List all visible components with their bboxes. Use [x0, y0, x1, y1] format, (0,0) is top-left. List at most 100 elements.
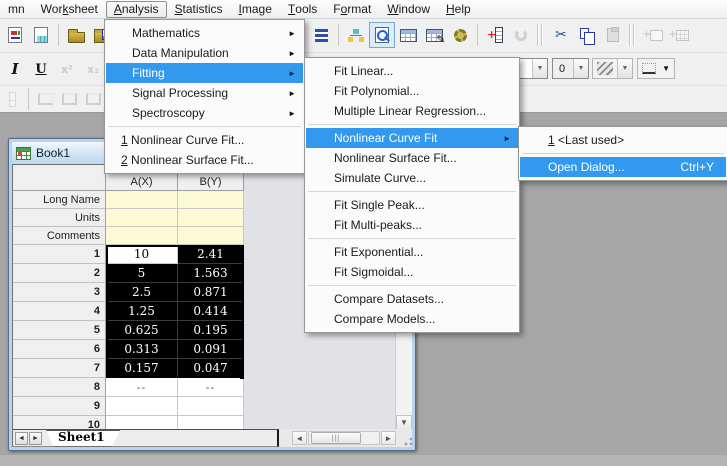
scroll-down-button[interactable]: ▼: [396, 415, 412, 430]
view-zoom-button[interactable]: [369, 22, 395, 48]
menu-item-nonlinear-surface-fit[interactable]: Nonlinear Surface Fit... ►: [306, 148, 518, 168]
cell-a[interactable]: 1.25: [106, 302, 178, 321]
row-number[interactable]: 5: [13, 321, 106, 340]
cut-button[interactable]: ✂: [548, 22, 574, 48]
menu-item-nonlinear-curve-fit[interactable]: 1 Nonlinear Curve Fit... ►: [106, 130, 303, 150]
cell-a[interactable]: 2.5: [106, 283, 178, 302]
underline-button[interactable]: U: [28, 56, 54, 82]
tab-scroll-right-button[interactable]: ►: [29, 432, 42, 445]
hscroll-track[interactable]: |||: [308, 431, 380, 445]
menubar-item[interactable]: Format: [325, 1, 379, 18]
layout-button[interactable]: [308, 22, 334, 48]
edit-worksheet-button[interactable]: [421, 22, 447, 48]
menubar-item[interactable]: Worksheet: [33, 1, 106, 18]
row-label[interactable]: Comments: [13, 227, 106, 245]
fill-pattern-dropdown[interactable]: ▼: [592, 58, 633, 79]
hscroll-thumb[interactable]: |||: [311, 432, 361, 444]
menubar-item[interactable]: Statistics: [167, 1, 231, 18]
menu-item-fit-single-peak[interactable]: Fit Single Peak... ►: [306, 195, 518, 215]
cell-b[interactable]: [178, 416, 244, 430]
menu-item-last-used[interactable]: 1 <Last used> ►: [520, 130, 726, 150]
cell-b[interactable]: 0.047: [178, 359, 244, 378]
row-number[interactable]: 6: [13, 340, 106, 359]
menu-item-nonlinear-curve-fit[interactable]: Nonlinear Curve Fit ►: [306, 128, 518, 148]
row-number[interactable]: 8: [13, 378, 106, 397]
menu-item-mathematics[interactable]: Mathematics ►: [106, 23, 303, 43]
cell[interactable]: [106, 227, 178, 245]
new-graph-button[interactable]: [2, 22, 28, 48]
row-number[interactable]: 3: [13, 283, 106, 302]
row-label[interactable]: Long Name: [13, 191, 106, 209]
chevron-down-icon[interactable]: ▼: [573, 59, 588, 78]
cell-b[interactable]: 2.41: [178, 245, 244, 264]
scroll-left-button[interactable]: ◄: [292, 431, 307, 445]
row-number[interactable]: 2: [13, 264, 106, 283]
cell-a[interactable]: 5: [106, 264, 178, 283]
menu-item-spectroscopy[interactable]: Spectroscopy ►: [106, 103, 303, 123]
cell[interactable]: [106, 191, 178, 209]
menu-item-fit-multi-peaks[interactable]: Fit Multi-peaks... ►: [306, 215, 518, 235]
menu-item-data-manipulation[interactable]: Data Manipulation ►: [106, 43, 303, 63]
worksheet-view-button[interactable]: [395, 22, 421, 48]
cell[interactable]: [178, 191, 244, 209]
menubar-item[interactable]: Image: [231, 1, 280, 18]
new-worksheet-button[interactable]: [28, 22, 54, 48]
cell-a[interactable]: [106, 397, 178, 416]
chevron-down-icon[interactable]: ▼: [617, 59, 632, 78]
cell-b[interactable]: [178, 397, 244, 416]
row-number[interactable]: 9: [13, 397, 106, 416]
project-explorer-button[interactable]: [343, 22, 369, 48]
menubar-item[interactable]: mn: [0, 1, 33, 18]
cell-b[interactable]: 0.414: [178, 302, 244, 321]
menu-item-fit-sigmoidal[interactable]: Fit Sigmoidal... ►: [306, 262, 518, 282]
menubar-item[interactable]: Help: [438, 1, 479, 18]
menu-item-multiple-linear-regression[interactable]: Multiple Linear Regression... ►: [306, 101, 518, 121]
menu-item-compare-datasets[interactable]: Compare Datasets... ►: [306, 289, 518, 309]
cell-b[interactable]: --: [178, 378, 244, 397]
tab-scroll-left-button[interactable]: ◄: [15, 432, 28, 445]
cell-a[interactable]: [106, 416, 178, 430]
cell-b[interactable]: 0.195: [178, 321, 244, 340]
row-number[interactable]: 7: [13, 359, 106, 378]
italic-button[interactable]: I: [2, 56, 28, 82]
menu-item-fit-exponential[interactable]: Fit Exponential... ►: [306, 242, 518, 262]
scroll-right-button[interactable]: ►: [381, 431, 396, 445]
copy-button[interactable]: [574, 22, 600, 48]
corner-header[interactable]: [13, 165, 106, 191]
menubar-item[interactable]: Window: [379, 1, 438, 18]
open-folder-button[interactable]: [63, 22, 89, 48]
chevron-down-icon[interactable]: ▼: [532, 59, 547, 78]
menu-item-nonlinear-surface-fit[interactable]: 2 Nonlinear Surface Fit... ►: [106, 150, 303, 170]
menu-item-simulate-curve[interactable]: Simulate Curve... ►: [306, 168, 518, 188]
menu-item-fitting[interactable]: Fitting ►: [106, 63, 303, 83]
menu-item-compare-models[interactable]: Compare Models... ►: [306, 309, 518, 329]
row-number[interactable]: 4: [13, 302, 106, 321]
cell[interactable]: [178, 209, 244, 227]
cell-a[interactable]: 0.313: [106, 340, 178, 359]
row-number[interactable]: 10: [13, 416, 106, 430]
cell-a[interactable]: --: [106, 378, 178, 397]
menu-item-signal-processing[interactable]: Signal Processing ►: [106, 83, 303, 103]
menubar-item[interactable]: Tools: [280, 1, 325, 18]
row-label[interactable]: Units: [13, 209, 106, 227]
cell-b[interactable]: 0.091: [178, 340, 244, 359]
cell-a[interactable]: 0.625: [106, 321, 178, 340]
gear-button[interactable]: [447, 22, 473, 48]
menu-item-fit-linear[interactable]: Fit Linear... ►: [306, 61, 518, 81]
row-number[interactable]: 1: [13, 245, 106, 264]
cell-a[interactable]: 0.157: [106, 359, 178, 378]
menu-item-open-dialog[interactable]: Open Dialog... Ctrl+Y ►: [520, 157, 726, 177]
cell[interactable]: [178, 227, 244, 245]
sheet-tab[interactable]: Sheet1: [46, 430, 121, 447]
cell[interactable]: [106, 209, 178, 227]
add-column-button[interactable]: [482, 22, 508, 48]
cell-b[interactable]: 1.563: [178, 264, 244, 283]
menu-item-fit-polynomial[interactable]: Fit Polynomial... ►: [306, 81, 518, 101]
horizontal-scrollbar[interactable]: ◄ ||| ►: [292, 431, 396, 445]
resize-grip-icon[interactable]: [402, 435, 412, 446]
size-combo[interactable]: 0 ▼: [552, 58, 589, 79]
cell-b[interactable]: 0.871: [178, 283, 244, 302]
border-style-dropdown[interactable]: ▼: [637, 58, 675, 79]
menubar-item[interactable]: Analysis: [106, 1, 167, 18]
cell-a[interactable]: 10: [106, 245, 178, 264]
